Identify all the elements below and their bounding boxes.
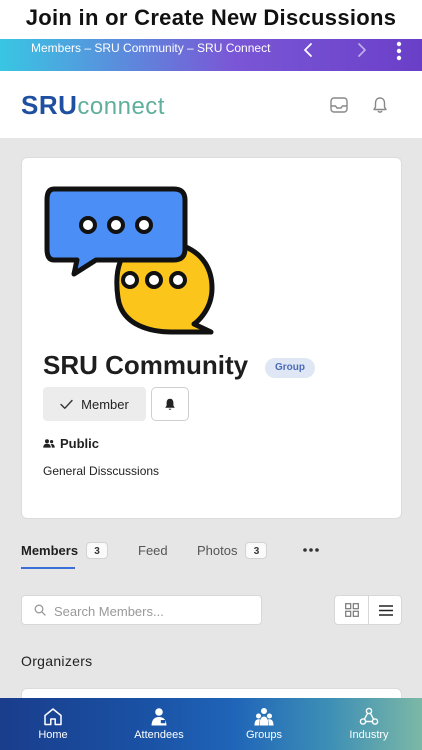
- inbox-icon[interactable]: [330, 97, 348, 113]
- notifications-button[interactable]: [151, 387, 189, 421]
- tab-label: Feed: [138, 543, 168, 558]
- nav-label: Industry: [349, 729, 389, 741]
- browser-toolbar: Members – SRU Community – SRU Connect: [0, 39, 422, 71]
- group-description: General Disscussions: [43, 464, 160, 478]
- logo[interactable]: SRUconnect: [21, 90, 165, 121]
- group-type-badge: Group: [265, 358, 315, 378]
- tab-count: 3: [86, 542, 109, 559]
- member-button-label: Member: [81, 396, 129, 412]
- grid-icon: [344, 603, 359, 617]
- search-input[interactable]: [54, 601, 254, 621]
- organizer-card: [21, 688, 402, 698]
- bottom-nav: Home Attendees Groups Industry: [0, 698, 422, 750]
- chat-bubbles-icon: [44, 186, 215, 335]
- bell-icon[interactable]: [372, 96, 388, 114]
- search-icon: [34, 604, 46, 616]
- member-search: [21, 595, 262, 625]
- more-vertical-icon[interactable]: [392, 40, 406, 62]
- promo-title: Join in or Create New Discussions: [25, 5, 397, 30]
- group-card: SRU Community Group Member Public Genera…: [21, 157, 402, 519]
- app-header: SRUconnect: [0, 71, 422, 139]
- nav-label: Groups: [245, 729, 283, 741]
- nav-label: Attendees: [134, 729, 184, 741]
- tab-label: Members: [21, 543, 79, 558]
- people-icon: [43, 439, 55, 448]
- view-toggle: [334, 595, 402, 625]
- main-content: SRU Community Group Member Public Genera…: [0, 139, 422, 698]
- tab-feed[interactable]: Feed: [138, 543, 168, 571]
- grid-view-button[interactable]: [335, 596, 369, 624]
- tab-label: Photos: [197, 543, 238, 558]
- logo-secondary: connect: [77, 93, 165, 120]
- privacy-status: Public: [43, 436, 99, 451]
- page-title: Members – SRU Community – SRU Connect: [31, 41, 271, 55]
- nav-industry[interactable]: Industry: [316, 698, 422, 750]
- logo-primary: SRU: [21, 90, 78, 120]
- group-icon: [254, 708, 274, 726]
- tab-members[interactable]: Members 3: [21, 542, 109, 571]
- more-horizontal-icon[interactable]: [303, 543, 319, 557]
- section-heading: Organizers: [21, 653, 93, 669]
- nav-attendees[interactable]: Attendees: [106, 698, 212, 750]
- member-button[interactable]: Member: [43, 387, 146, 421]
- home-icon: [44, 708, 62, 726]
- nav-groups[interactable]: Groups: [211, 698, 317, 750]
- chevron-left-icon[interactable]: [300, 41, 318, 59]
- chevron-right-icon[interactable]: [352, 41, 370, 59]
- group-tabs: Members 3 Feed Photos 3: [21, 542, 402, 573]
- bell-icon: [165, 398, 175, 410]
- check-icon: [60, 399, 73, 409]
- privacy-label: Public: [60, 436, 100, 451]
- nav-home[interactable]: Home: [0, 698, 106, 750]
- network-icon: [359, 707, 379, 725]
- promo-banner: Join in or Create New Discussions: [0, 0, 422, 40]
- list-icon: [378, 604, 393, 616]
- group-title: SRU Community: [43, 350, 249, 380]
- tab-count: 3: [245, 542, 268, 559]
- tab-photos[interactable]: Photos 3: [197, 542, 268, 571]
- list-view-button[interactable]: [369, 596, 402, 624]
- user-badge-icon: [151, 708, 167, 726]
- nav-label: Home: [38, 729, 68, 741]
